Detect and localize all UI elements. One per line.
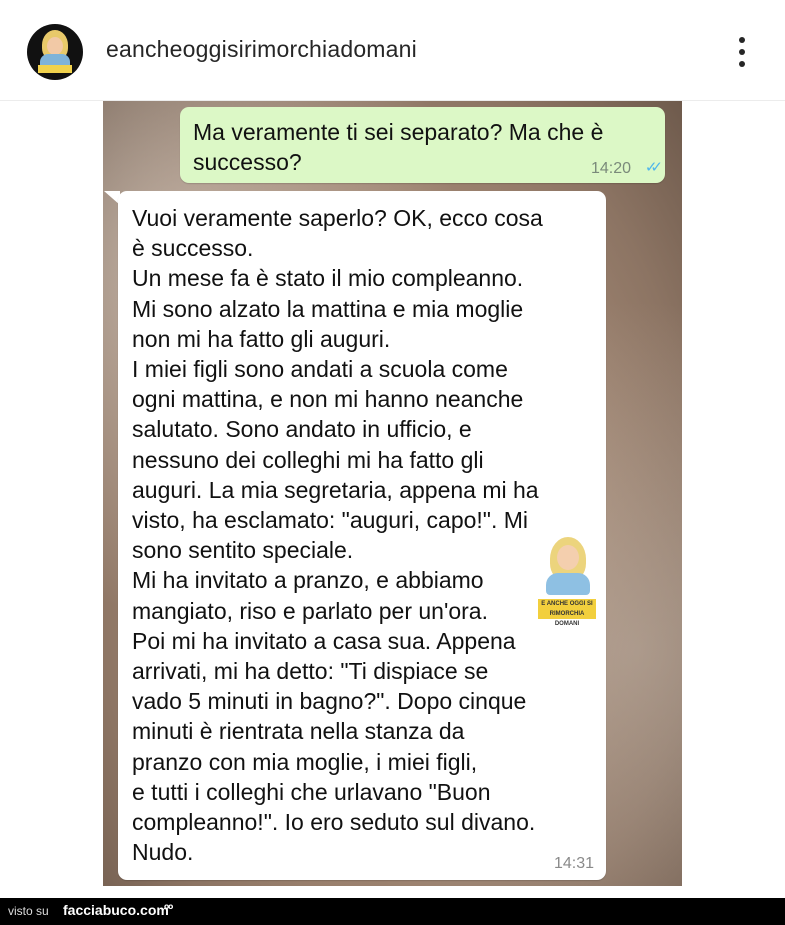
sticker-label: E ANCHE OGGI SI RIMORCHIA DOMANI (538, 599, 596, 627)
incoming-message-text: Vuoi veramente saperlo? OK, ecco cosa è … (132, 203, 592, 867)
sticker-face (557, 545, 579, 570)
message-line: visto, ha esclamato: "auguri, capo!". Mi (132, 507, 529, 534)
avatar-tag (38, 65, 72, 73)
message-line: mangiato, riso e parlato per un'ora. (132, 597, 488, 624)
message-line: compleanno!". Io ero seduto sul divano. (132, 809, 536, 836)
message-line: non mi ha fatto gli auguri. (132, 325, 391, 352)
more-dot (739, 49, 745, 55)
outgoing-message-time: 14:20 (590, 160, 631, 177)
incoming-message-time: 14:31 (553, 855, 594, 872)
message-line: sono sentito speciale. (132, 537, 354, 564)
message-line: è successo. (132, 235, 254, 262)
username[interactable]: eancheoggisirimorchiadomani (106, 36, 417, 63)
post-header: eancheoggisirimorchiadomani (0, 0, 785, 101)
visto-su-label: visto su (8, 904, 49, 918)
message-line: arrivati, mi ha detto: "Ti dispiace se (132, 658, 489, 685)
message-line: salutato. Sono andato in ufficio, e (132, 416, 472, 443)
watermark-sticker: E ANCHE OGGI SI RIMORCHIA DOMANI (536, 535, 598, 627)
site-brand-link[interactable]: facciabuco.com (63, 902, 169, 918)
avatar-face (47, 37, 63, 55)
message-line: Vuoi veramente saperlo? OK, ecco cosa (132, 205, 543, 231)
message-line: nessuno dei colleghi mi ha fatto gli (132, 446, 484, 473)
message-line: minuti è rientrata nella stanza da (132, 718, 465, 745)
message-line: Poi mi ha invitato a casa sua. Appena (132, 627, 516, 654)
incoming-message: Vuoi veramente saperlo? OK, ecco cosa è … (118, 191, 606, 880)
eyes-icon: ºº (164, 901, 173, 917)
message-line: e tutti i colleghi che urlavano "Buon (132, 778, 491, 805)
outgoing-message-text: Ma veramente ti sei separato? Ma che è s… (193, 119, 604, 175)
avatar-icon[interactable] (27, 24, 83, 80)
message-line: Nudo. (132, 839, 194, 866)
message-line: pranzo con mia moglie, i miei figli, (132, 748, 478, 775)
outgoing-message: Ma veramente ti sei separato? Ma che è s… (180, 107, 665, 183)
message-line: ogni mattina, e non mi hanno neanche (132, 386, 524, 413)
more-vertical-icon[interactable] (730, 34, 754, 70)
message-line: vado 5 minuti in bagno?". Dopo cinque (132, 688, 527, 715)
double-check-read-icon: ✓✓ (644, 159, 663, 176)
more-dot (739, 37, 745, 43)
footer-bar: visto su facciabuco.com ºº (0, 898, 785, 925)
message-line: auguri. La mia segretaria, appena mi ha (132, 476, 539, 503)
message-line: I miei figli sono andati a scuola come (132, 356, 508, 383)
more-dot (739, 61, 745, 67)
message-line: Mi ha invitato a pranzo, e abbiamo (132, 567, 484, 594)
message-line: Mi sono alzato la mattina e mia moglie (132, 295, 524, 322)
sticker-shirt (546, 573, 590, 595)
message-line: Un mese fa è stato il mio compleanno. (132, 265, 524, 292)
